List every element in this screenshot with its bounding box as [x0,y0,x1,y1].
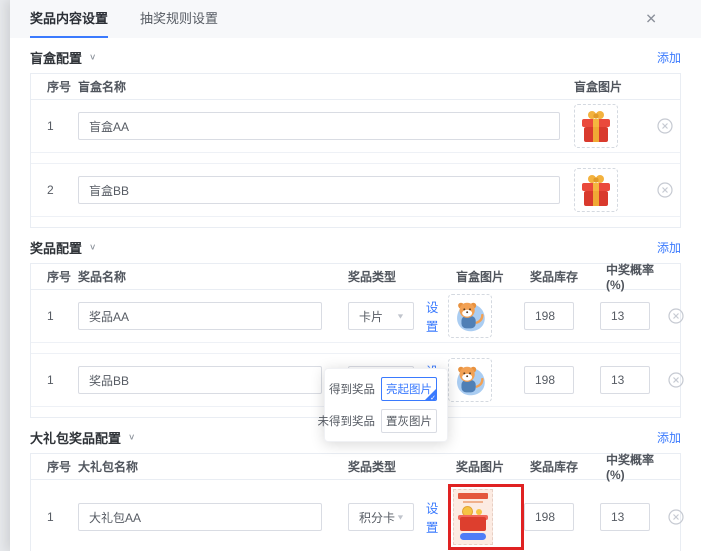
remove-row-icon[interactable] [668,509,684,525]
add-package-button[interactable]: 添加 [657,429,681,446]
table-header: 序号 奖品名称 奖品类型 盲盒图片 奖品库存 中奖概率 (%) [31,264,680,290]
prize-image-upload[interactable] [448,358,492,402]
col-probability: 中奖概率 (%) [600,451,668,482]
settings-link[interactable]: 设置 [426,297,448,335]
gift-box-icon [579,172,613,208]
select-value: 积分卡 [359,509,395,526]
package-table: 序号 大礼包名称 奖品类型 奖品图片 奖品库存 中奖概率 (%) 1 积分卡 ▼… [30,453,681,551]
probability-input[interactable] [600,302,650,330]
chevron-down-icon[interactable]: ∨ [89,242,96,251]
blindbox-name-input[interactable] [78,176,560,204]
section-title: 奖品配置 [30,238,82,257]
add-prize-button[interactable]: 添加 [657,239,681,256]
tab-bar: 奖品内容设置 抽奖规则设置 ✕ [10,0,701,38]
poster-title-bar [458,493,488,499]
table-row: 1 卡片 ▼ 设置 [31,290,680,343]
probability-input[interactable] [600,366,650,394]
prize-image-upload[interactable] [448,294,492,338]
add-blindbox-button[interactable]: 添加 [657,49,681,66]
remove-row-icon[interactable] [657,118,673,134]
table-row: 1 积分卡 ▼ 设置 [31,480,680,551]
row-index: 2 [31,183,78,197]
col-prize-name: 奖品名称 [78,268,348,285]
popup-label: 未得到奖品 [318,413,376,429]
chevron-down-icon: ▼ [396,312,405,320]
prize-name-input[interactable] [78,302,322,330]
col-stock: 奖品库存 [524,458,600,475]
chevron-down-icon: ▼ [396,513,405,521]
col-stock: 奖品库存 [524,268,600,285]
option-label: 置灰图片 [386,413,432,429]
popup-row: 未得到奖品 置灰图片 [335,409,437,433]
tab-prize-content[interactable]: 奖品内容设置 [30,0,108,38]
poster-subtitle-bar [463,501,483,503]
col-blindbox-image: 盲盒图片 [448,268,524,285]
highlight-frame [448,484,524,550]
gift-box-body [460,517,486,531]
prize-settings-drawer: 奖品内容设置 抽奖规则设置 ✕ 盲盒配置 ∨ 添加 序号 盲盒名称 盲盒图片 1 [10,0,701,551]
row-index: 1 [31,510,78,524]
tab-lottery-rules[interactable]: 抽奖规则设置 [140,0,218,38]
check-icon: ✓ [430,394,436,401]
package-name-input[interactable] [78,503,322,531]
section-blindbox-header: 盲盒配置 ∨ 添加 [30,48,681,66]
table-header: 序号 盲盒名称 盲盒图片 [31,74,680,100]
col-blindbox-image: 盲盒图片 [574,78,650,95]
col-blindbox-name: 盲盒名称 [78,78,574,95]
col-index: 序号 [31,78,78,95]
settings-link[interactable]: 设置 [426,498,448,536]
row-index: 1 [31,309,78,323]
remove-row-icon[interactable] [657,182,673,198]
col-index: 序号 [31,458,78,475]
gray-image-option[interactable]: 置灰图片 [381,409,437,433]
poster-button-bar [460,533,486,540]
col-prize-type: 奖品类型 [348,268,448,285]
section-title: 大礼包奖品配置 [30,428,121,447]
chevron-down-icon[interactable]: ∨ [128,432,135,441]
section-prize-header: 奖品配置 ∨ 添加 [30,238,681,256]
col-package-name: 大礼包名称 [78,458,348,475]
tiger-card-icon [451,361,489,399]
popup-row: 得到奖品 亮起图片 ✓ [335,377,437,401]
col-prize-type: 奖品类型 [348,458,448,475]
stock-input[interactable] [524,366,574,394]
close-icon[interactable]: ✕ [645,11,657,28]
table-row: 2 [31,163,680,217]
blindbox-image-upload[interactable] [574,104,618,148]
blindbox-table: 序号 盲盒名称 盲盒图片 1 [30,73,681,228]
chevron-down-icon[interactable]: ∨ [89,52,96,61]
remove-row-icon[interactable] [668,308,684,324]
table-row: 1 [31,100,680,153]
drawer-content: 盲盒配置 ∨ 添加 序号 盲盒名称 盲盒图片 1 [10,48,701,551]
tiger-card-icon [451,297,489,335]
stock-input[interactable] [524,302,574,330]
lit-image-option[interactable]: 亮起图片 ✓ [381,377,437,401]
select-value: 卡片 [359,308,383,325]
stock-input[interactable] [524,503,574,531]
prize-name-input[interactable] [78,366,322,394]
probability-input[interactable] [600,503,650,531]
image-type-popup: 得到奖品 亮起图片 ✓ 未得到奖品 置灰图片 [324,368,448,442]
prize-type-select[interactable]: 积分卡 ▼ [348,503,414,531]
gift-package-poster-image[interactable] [453,489,493,545]
table-header: 序号 大礼包名称 奖品类型 奖品图片 奖品库存 中奖概率 (%) [31,454,680,480]
col-index: 序号 [31,268,78,285]
blindbox-name-input[interactable] [78,112,560,140]
section-title: 盲盒配置 [30,48,82,67]
row-index: 1 [31,119,78,133]
popup-label: 得到奖品 [329,381,375,397]
gift-box-icon [579,108,613,144]
remove-row-icon[interactable] [668,372,684,388]
prize-type-select[interactable]: 卡片 ▼ [348,302,414,330]
blindbox-image-upload[interactable] [574,168,618,212]
row-index: 1 [31,373,78,387]
col-probability: 中奖概率 (%) [600,261,668,292]
col-prize-image: 奖品图片 [448,458,524,475]
